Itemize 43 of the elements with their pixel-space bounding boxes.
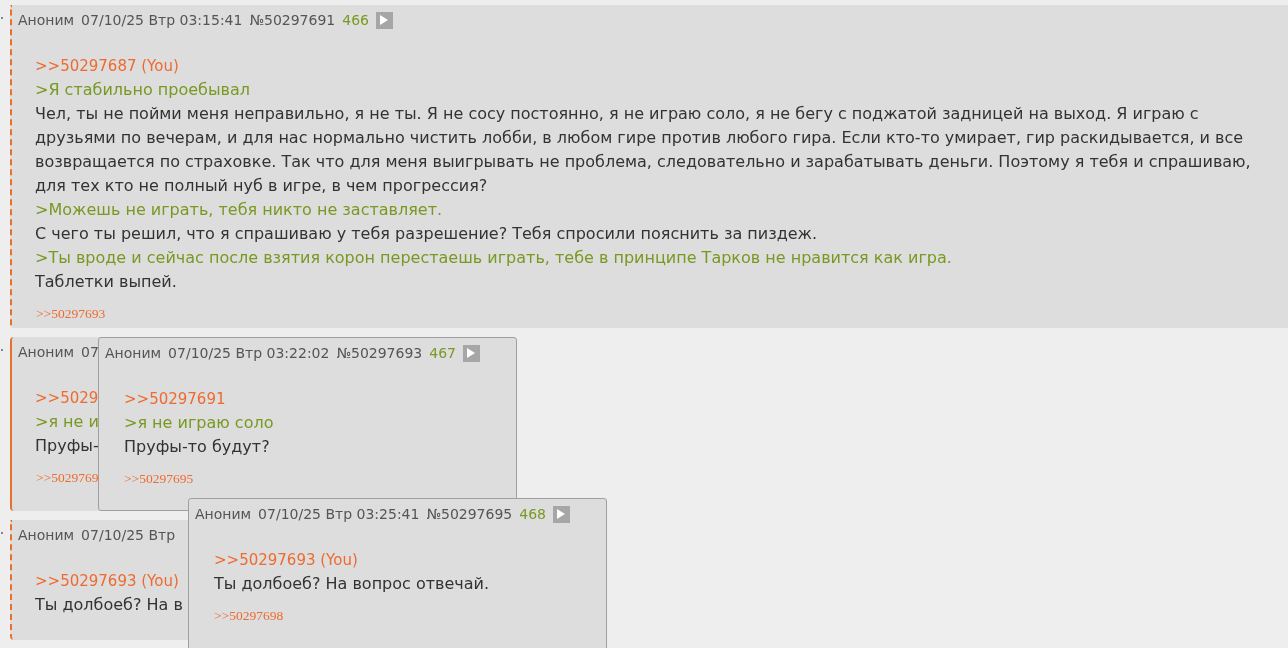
reply-link[interactable]: >>50297693 (You) [214,551,358,569]
post-author: Аноним [195,506,252,522]
quote-text: >я не и [35,412,99,431]
play-button[interactable] [553,505,570,523]
reply-link[interactable]: >>5029 [35,389,99,407]
post-date: 07/10/25 Втр [81,527,176,543]
post-date: 07 [81,344,99,360]
play-icon [380,15,389,25]
post-author: Аноним [18,344,75,360]
post-text: Пруфы-то будут? [124,437,270,456]
quote-text: >Я стабильно проебывал [35,80,250,99]
backlink[interactable]: >>50297695 [124,471,194,486]
play-button[interactable] [376,11,393,29]
post-author: Аноним [18,12,75,28]
post-date: 07/10/25 Втр 03:15:41 [81,12,243,28]
quote-text: >я не играю соло [124,413,274,432]
post-number[interactable]: №50297693 [336,345,423,361]
reply-link[interactable]: >>50297687 (You) [35,57,179,75]
post-index: 468 [519,506,546,522]
play-button[interactable] [463,344,480,362]
post-date: 07/10/25 Втр 03:25:41 [258,506,420,522]
post-text: Пруфы- [35,436,99,455]
backlink[interactable]: >>50297693 [36,306,106,321]
backlink[interactable]: >>5029769 [36,470,99,485]
post-index: 467 [429,345,456,361]
post-author: Аноним [105,345,162,361]
post-date: 07/10/25 Втр 03:22:02 [168,345,330,361]
post-author: Аноним [18,527,75,543]
post-text: С чего ты решил, что я спрашиваю у тебя разрешение? Тебя спросили пояснить за пиздеж. [35,224,818,243]
backlink[interactable]: >>50297698 [214,608,284,623]
play-icon [467,348,476,358]
post-number[interactable]: №50297695 [426,506,513,522]
reply-link[interactable]: >>50297693 (You) [35,572,179,590]
reply-link[interactable]: >>50297691 [124,390,226,408]
post-text: Таблетки выпей. [35,272,177,291]
post-text: Чел, ты не пойми меня неправильно, я не ты. Я не сосу постоянно, я не играю соло, я не бегу с поджатой задницей на выход. Я играю с друзьями по вечерам, и для нас нормально чистить лобби, в любом гире против любого гира. Если кто-то умирает, гир раскидывается, и все возвращается по страховке. Так что для меня выигрывать не проблема, следовательно и зарабатывать деньги. Поэтому я тебя и спрашиваю, для тех кто не полный нуб в игре, в чем прогрессия? [35,104,1251,195]
quote-text: >Ты вроде и сейчас после взятия корон перестаешь играть, тебе в принципе Тарков не нравится как игра. [35,248,952,267]
post-index: 466 [342,12,369,28]
post-text: Ты долбоеб? На в [35,595,183,614]
post-number[interactable]: №50297691 [249,12,336,28]
play-icon [557,509,566,519]
quote-text: >Можешь не играть, тебя никто не заставляет. [35,200,443,219]
post-text: Ты долбоеб? На вопрос отвечай. [214,574,490,593]
